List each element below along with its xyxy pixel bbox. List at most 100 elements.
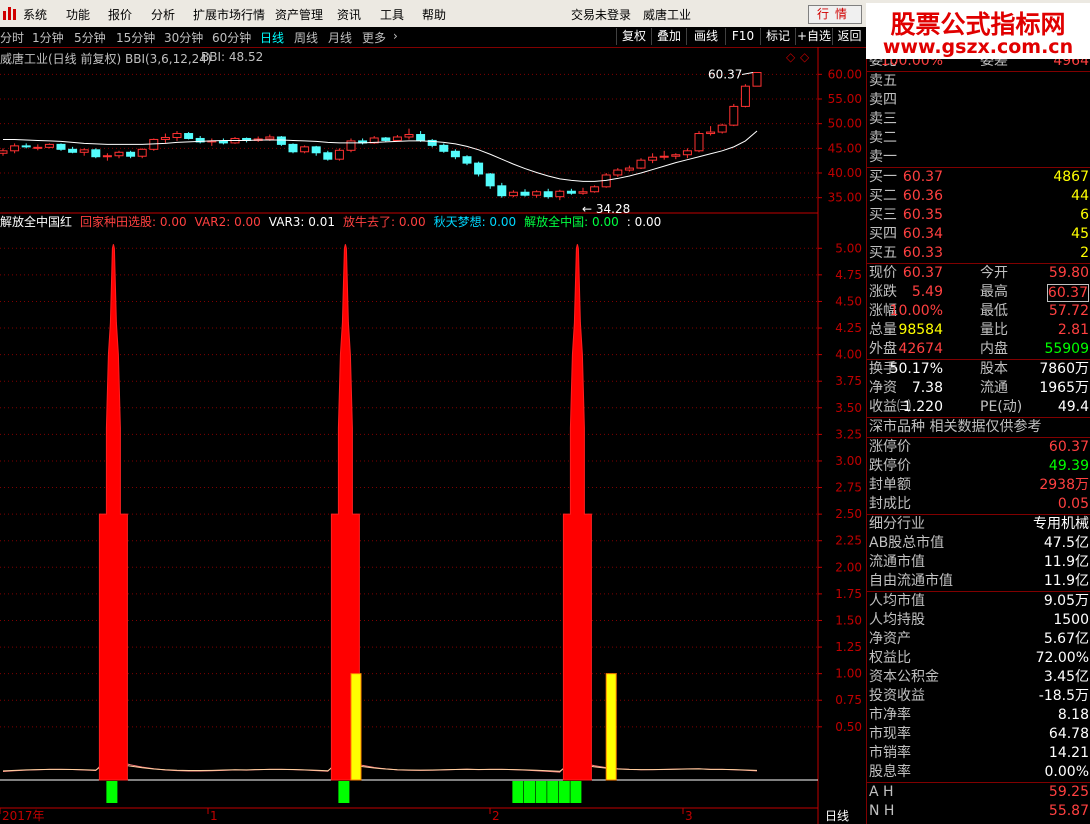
fundamental-row[interactable]: 净资产 5.67亿 bbox=[867, 630, 1090, 649]
overlay-button[interactable]: 叠加 bbox=[651, 28, 686, 45]
chevron-right-icon[interactable]: › bbox=[393, 29, 398, 43]
period-60min[interactable]: 60分钟 bbox=[212, 29, 251, 46]
limit-row[interactable]: 跌停价 49.39 bbox=[867, 457, 1090, 476]
buy-level-1[interactable]: 买一 60.37 4867 bbox=[867, 168, 1090, 187]
sell-level-2[interactable]: 卖二 bbox=[867, 129, 1090, 148]
menu-help[interactable]: 帮助 bbox=[422, 6, 446, 23]
fundamental-row[interactable]: 自由流通市值 11.9亿 bbox=[867, 572, 1090, 591]
fundamental-row[interactable]: 投资收益 -18.5万 bbox=[867, 687, 1090, 706]
y-tick-label: 3.25 bbox=[835, 427, 862, 441]
fundamental-row[interactable]: 人均市值 9.05万 bbox=[867, 592, 1090, 611]
candle-body bbox=[404, 134, 414, 138]
period-more[interactable]: 更多 bbox=[362, 29, 386, 46]
limit-row[interactable]: 涨停价 60.37 bbox=[867, 438, 1090, 457]
ah-row[interactable]: A H 59.25 bbox=[867, 783, 1090, 802]
period-30min[interactable]: 30分钟 bbox=[164, 29, 203, 46]
menu-quote[interactable]: 报价 bbox=[108, 6, 132, 23]
candle-body bbox=[485, 173, 495, 187]
limit-row[interactable]: 封单额 2938万 bbox=[867, 476, 1090, 495]
diamond-icon-2[interactable]: ◇ bbox=[800, 50, 809, 64]
y-tick-label: 50.00 bbox=[828, 117, 862, 131]
draw-line-button[interactable]: 画线 bbox=[686, 28, 725, 45]
indicator-legend: 解放全中国红 回家种田选股: 0.00 VAR2: 0.00 VAR3: 0.01 放牛… bbox=[0, 213, 669, 230]
candle-body bbox=[346, 140, 356, 151]
quote-row[interactable]: 净资 7.38 流通 1965万 bbox=[867, 379, 1090, 398]
indicator-legend-item: 解放全中国: 0.00 bbox=[524, 215, 619, 229]
fundamental-row[interactable]: 股息率 0.00% bbox=[867, 763, 1090, 782]
mark-button[interactable]: 标记 bbox=[760, 28, 795, 45]
menu-function[interactable]: 功能 bbox=[66, 6, 90, 23]
row-label: 封单额 bbox=[869, 477, 911, 493]
quote-row[interactable]: 现价 60.37 今开 59.80 bbox=[867, 264, 1090, 283]
y-tick-label: 35.00 bbox=[828, 191, 862, 205]
sell-level-5[interactable]: 卖五 bbox=[867, 72, 1090, 91]
quote-row[interactable]: 外盘 42674 内盘 55909 bbox=[867, 340, 1090, 359]
period-15min[interactable]: 15分钟 bbox=[116, 29, 155, 46]
menu-news[interactable]: 资讯 bbox=[337, 6, 361, 23]
quote-row[interactable]: 涨跌 5.49 最高 60.37 bbox=[867, 283, 1090, 302]
fundamental-row[interactable]: 细分行业 专用机械 bbox=[867, 515, 1090, 534]
login-status[interactable]: 交易未登录 bbox=[571, 6, 631, 23]
row-label-2: 流通 bbox=[980, 380, 1008, 396]
fundamental-row[interactable]: 市现率 64.78 bbox=[867, 725, 1090, 744]
y-tick-label: 4.00 bbox=[835, 348, 862, 362]
period-daily[interactable]: 日线 bbox=[260, 29, 284, 46]
period-monthly[interactable]: 月线 bbox=[328, 29, 352, 46]
row-value-2: 59.80 bbox=[1048, 265, 1089, 281]
menu-extended-market[interactable]: 扩展市场行情 bbox=[193, 6, 265, 23]
period-weekly[interactable]: 周线 bbox=[294, 29, 318, 46]
chart-svg[interactable]: 60.00 55.00 50.00 45.00 40.00 35.00 5.00 4.75 4.… bbox=[0, 47, 866, 824]
fundamental-row[interactable]: AB股总市值 47.5亿 bbox=[867, 534, 1090, 553]
candle-body bbox=[79, 149, 89, 153]
y-tick-label: 4.25 bbox=[835, 321, 862, 335]
y-tick-label: 40.00 bbox=[828, 166, 862, 180]
ah-row[interactable]: N H 55.87 bbox=[867, 802, 1090, 821]
buy-level-5[interactable]: 买五 60.33 2 bbox=[867, 244, 1090, 263]
buy-level-4[interactable]: 买四 60.34 45 bbox=[867, 225, 1090, 244]
quote-row[interactable]: 涨幅 10.00% 最低 57.72 bbox=[867, 302, 1090, 321]
add-watchlist-button[interactable]: +自选 bbox=[795, 28, 832, 45]
app-logo-icon bbox=[3, 7, 16, 20]
candle-body bbox=[497, 185, 507, 197]
quote-row[interactable]: 换手 50.17% 股本 7860万 bbox=[867, 360, 1090, 379]
menu-asset-management[interactable]: 资产管理 bbox=[275, 6, 323, 23]
period-1min[interactable]: 1分钟 bbox=[32, 29, 64, 46]
row-value: 55.87 bbox=[1048, 803, 1089, 819]
sell-level-1[interactable]: 卖一 bbox=[867, 148, 1090, 167]
chart-area[interactable]: 60.00 55.00 50.00 45.00 40.00 35.00 5.00 4.75 4.… bbox=[0, 47, 866, 824]
green-signal-bar bbox=[558, 781, 570, 803]
period-timeshare[interactable]: 分时 bbox=[0, 29, 24, 46]
sell-level-3[interactable]: 卖三 bbox=[867, 110, 1090, 129]
fundamental-row[interactable]: 市销率 14.21 bbox=[867, 744, 1090, 763]
y-tick-label: 2.50 bbox=[835, 507, 862, 521]
quote-mode-button[interactable]: 行情 bbox=[808, 5, 862, 24]
period-5min[interactable]: 5分钟 bbox=[74, 29, 106, 46]
menu-analysis[interactable]: 分析 bbox=[151, 6, 175, 23]
menu-tools[interactable]: 工具 bbox=[380, 6, 404, 23]
quote-row[interactable]: 总量 98584 量比 2.81 bbox=[867, 321, 1090, 340]
row-label: 细分行业 bbox=[869, 516, 925, 532]
fundamental-row[interactable]: 权益比 72.00% bbox=[867, 649, 1090, 668]
fundamental-row[interactable]: 流通市值 11.9亿 bbox=[867, 553, 1090, 572]
fundamental-row[interactable]: 资本公积金 3.45亿 bbox=[867, 668, 1090, 687]
f10-button[interactable]: F10 bbox=[725, 28, 760, 45]
market-note: 深市品种 相关数据仅供参考 bbox=[869, 419, 1042, 435]
buy-level-2[interactable]: 买二 60.36 44 bbox=[867, 187, 1090, 206]
sell-level-4[interactable]: 卖四 bbox=[867, 91, 1090, 110]
fundamental-row[interactable]: 市净率 8.18 bbox=[867, 706, 1090, 725]
quote-row[interactable]: 收益㈢ 1.220 PE(动) 49.4 bbox=[867, 398, 1090, 417]
buy-level-3[interactable]: 买三 60.35 6 bbox=[867, 206, 1090, 225]
limit-row[interactable]: 封成比 0.05 bbox=[867, 495, 1090, 514]
row-value-2: 49.4 bbox=[1057, 399, 1089, 415]
diamond-icon[interactable]: ◇ bbox=[786, 50, 795, 64]
row-label: 封成比 bbox=[869, 496, 911, 512]
green-signal-bar bbox=[338, 781, 350, 803]
candle-body bbox=[636, 159, 646, 169]
fundamental-row[interactable]: 人均持股 1500 bbox=[867, 611, 1090, 630]
back-button[interactable]: 返回 bbox=[832, 28, 866, 45]
high-price-label: 60.37 bbox=[708, 68, 742, 82]
row-value: 1500 bbox=[1053, 612, 1089, 628]
adjust-button[interactable]: 复权 bbox=[616, 28, 651, 45]
row-label: 跌停价 bbox=[869, 458, 911, 474]
menu-system[interactable]: 系统 bbox=[23, 6, 47, 23]
